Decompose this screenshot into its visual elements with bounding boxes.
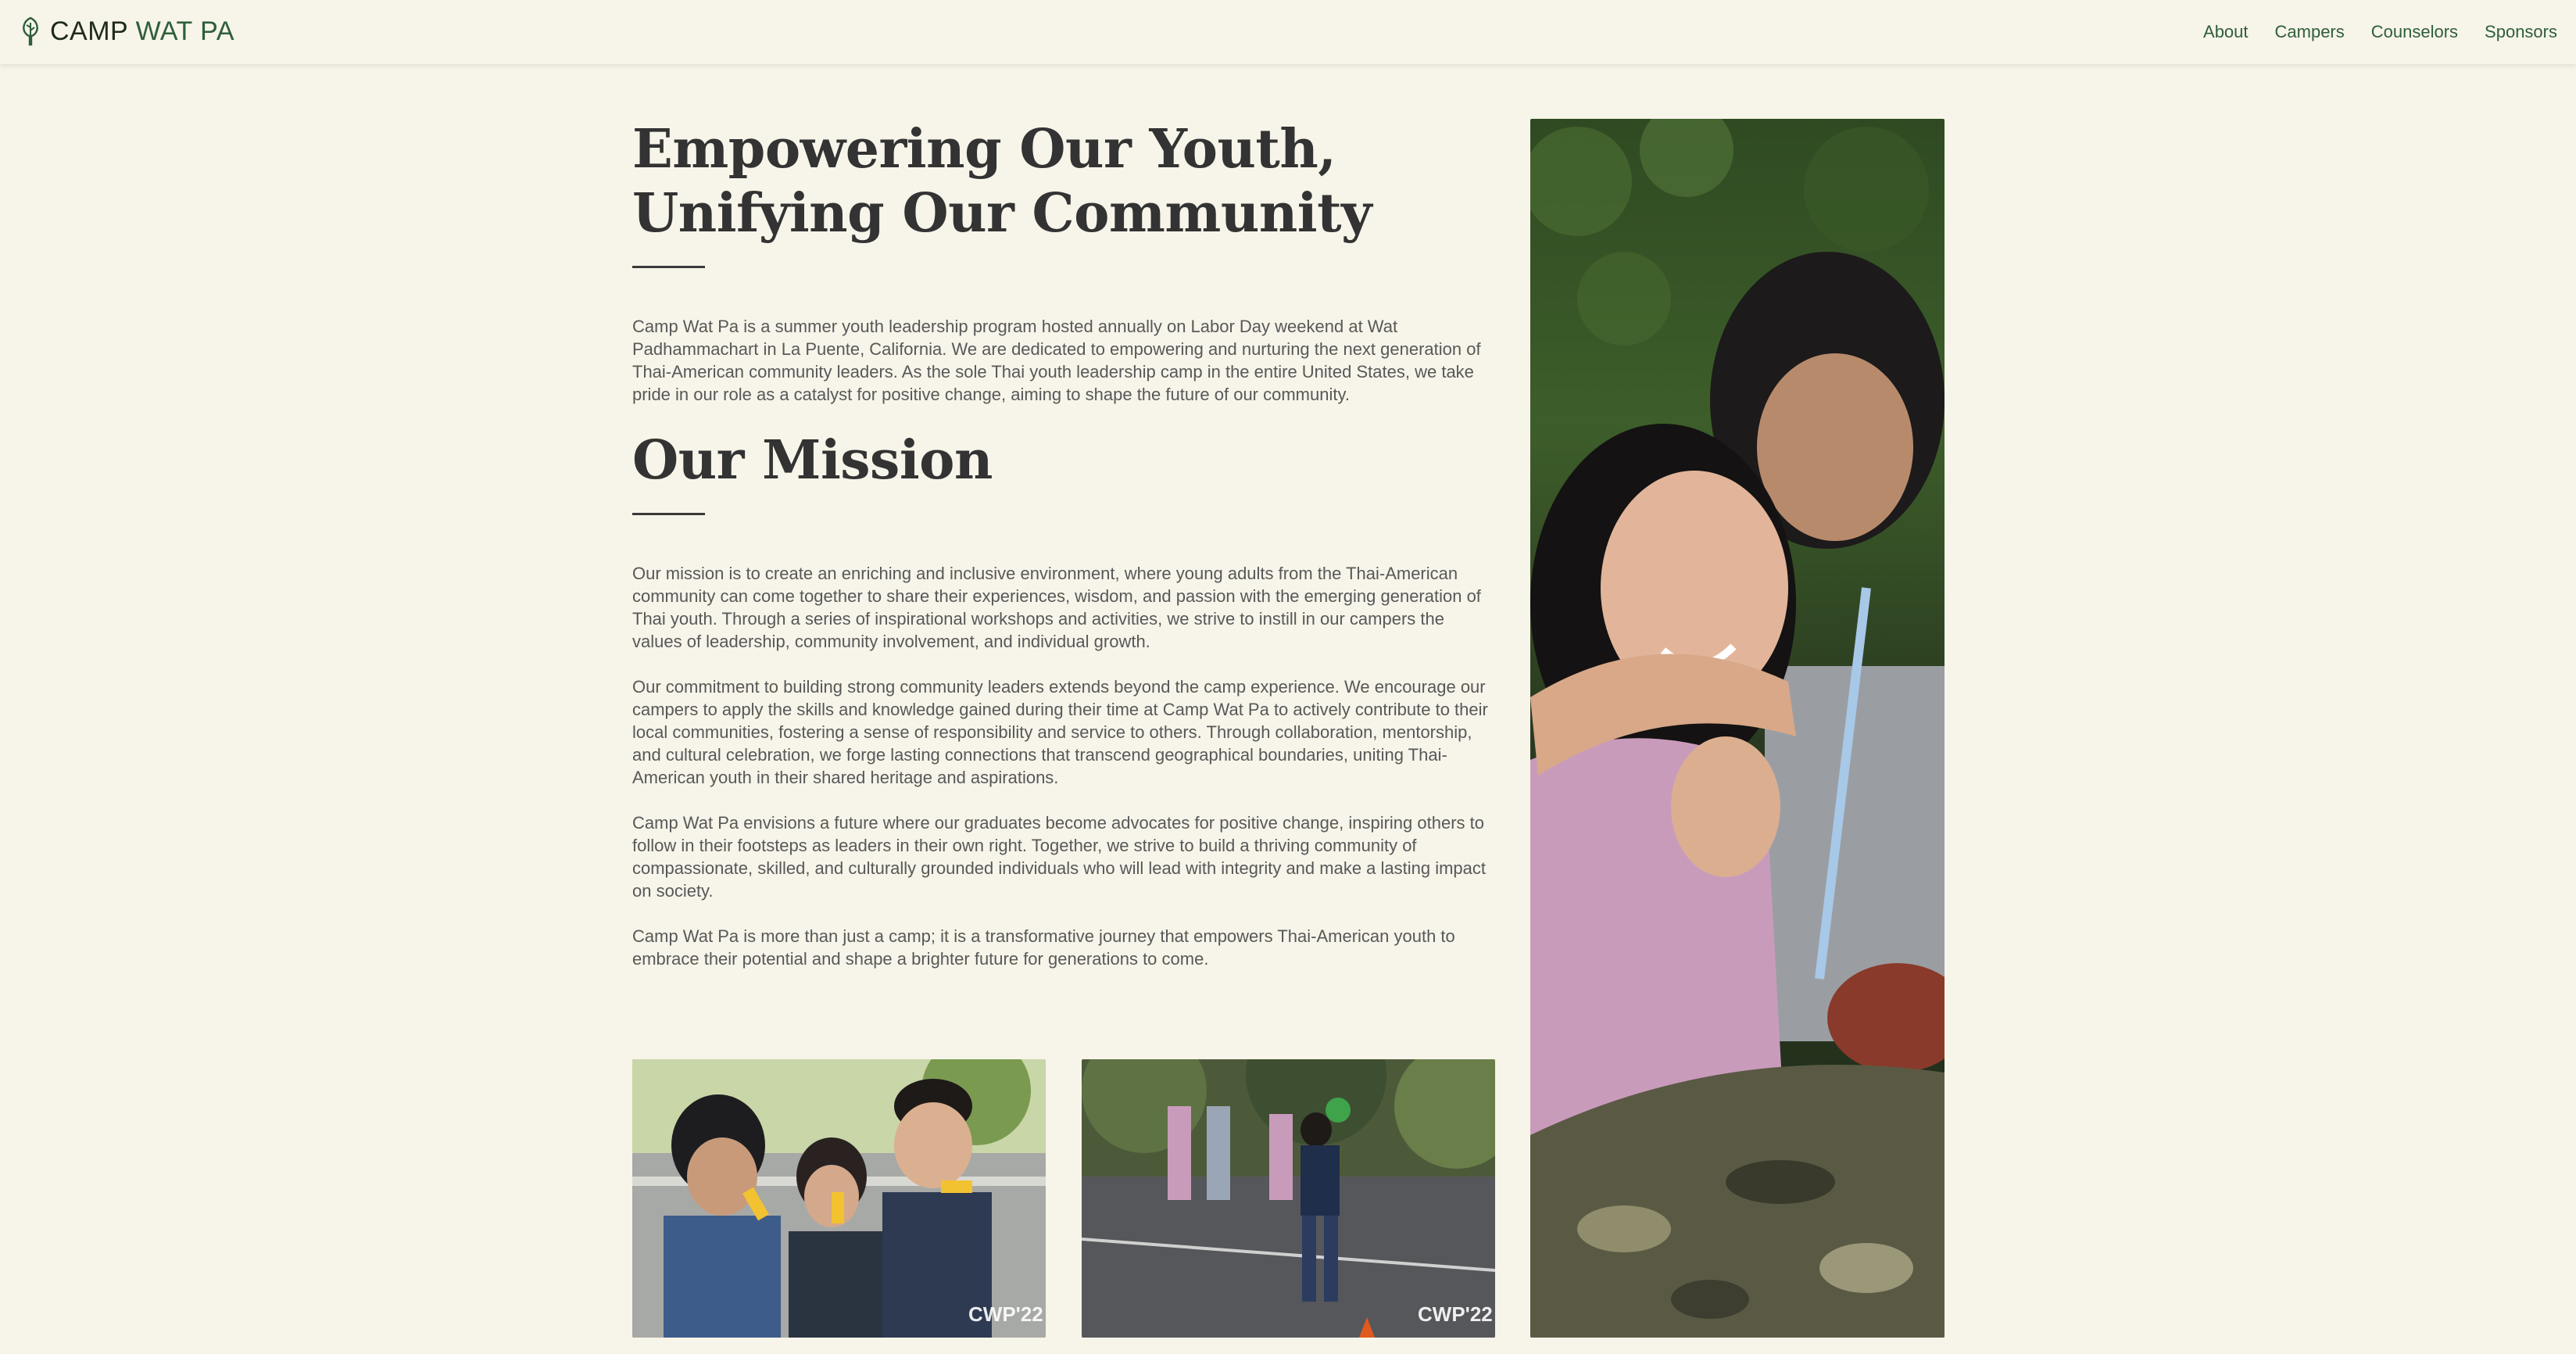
- nav-link-counselors[interactable]: Counselors: [2371, 22, 2458, 42]
- mission-paragraph: Camp Wat Pa is more than just a camp; it…: [632, 926, 1455, 969]
- nav-link-sponsors[interactable]: Sponsors: [2485, 22, 2557, 42]
- mission-paragraph: Camp Wat Pa envisions a future where our…: [632, 813, 1487, 901]
- top-navbar: CAMP WAT PA About Campers Counselors Spo…: [0, 0, 2576, 64]
- mission-title: Our Mission: [632, 429, 993, 492]
- brand-name-part2: WAT PA: [135, 16, 234, 46]
- tree-icon: [23, 16, 38, 46]
- hero-title: Empowering Our Youth, Unifying Our Commu…: [632, 118, 1372, 245]
- brand-name-part1: CAMP: [50, 16, 136, 46]
- camper-playing-ball-photo: CWP'22: [1082, 1059, 1495, 1338]
- brand-logo-link[interactable]: CAMP WAT PA: [19, 13, 234, 50]
- mission-paragraph: Our commitment to building strong commun…: [632, 677, 1488, 787]
- photo-watermark: CWP'22: [968, 1302, 1043, 1326]
- brand-name: CAMP WAT PA: [50, 16, 234, 47]
- photo-watermark: CWP'22: [1418, 1302, 1493, 1326]
- nav-link-about[interactable]: About: [2203, 22, 2249, 42]
- main-content: Empowering Our Youth, Unifying Our Commu…: [632, 117, 1495, 993]
- nav-links: About Campers Counselors Sponsors: [2203, 0, 2557, 64]
- mission-divider: [632, 513, 705, 515]
- hero-intro-paragraph: Camp Wat Pa is a summer youth leadership…: [632, 317, 1481, 404]
- campers-eating-corn-photo: CWP'22: [632, 1059, 1046, 1338]
- mission-paragraph: Our mission is to create an enriching an…: [632, 564, 1481, 651]
- hero-divider: [632, 266, 705, 268]
- campers-hugging-photo: [1530, 119, 1945, 1338]
- nav-link-campers[interactable]: Campers: [2275, 22, 2345, 42]
